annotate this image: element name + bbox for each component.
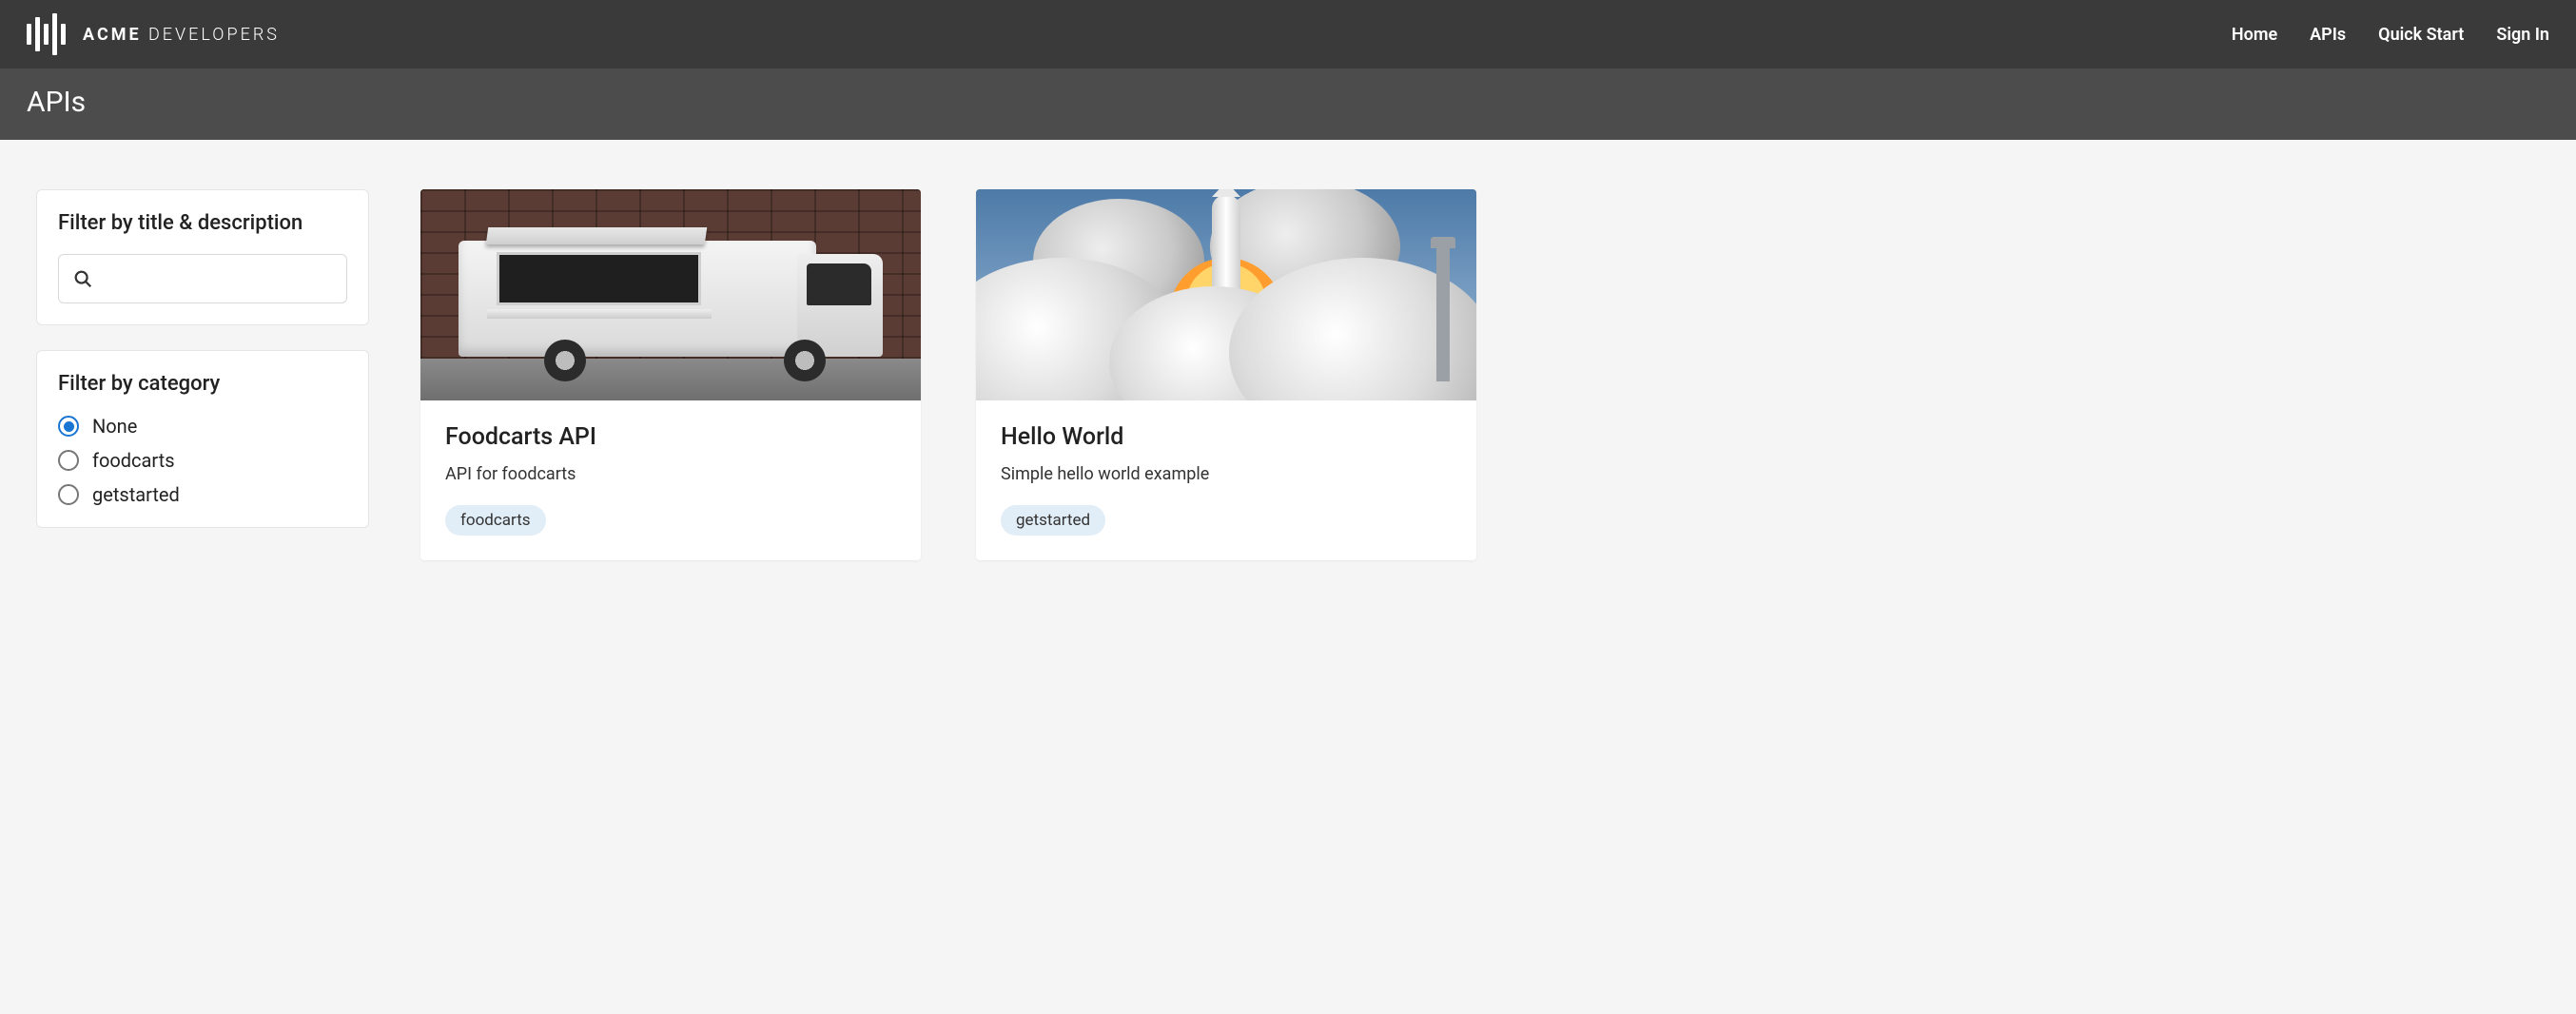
category-radio-getstarted[interactable]: getstarted: [58, 483, 347, 506]
brand[interactable]: ACME DEVELOPERS: [27, 15, 280, 53]
card-title: Foodcarts API: [445, 423, 896, 451]
nav-quickstart[interactable]: Quick Start: [2378, 25, 2464, 45]
category-radio-list: None foodcarts getstarted: [58, 415, 347, 506]
nav-apis[interactable]: APIs: [2310, 25, 2346, 45]
cards-grid: Foodcarts API API for foodcarts foodcart…: [420, 189, 2540, 560]
card-image-rocket: [976, 189, 1476, 400]
filter-category-panel: Filter by category None foodcarts getsta…: [36, 350, 369, 528]
category-radio-none[interactable]: None: [58, 415, 347, 438]
card-image-foodtruck: [420, 189, 921, 400]
main-nav: Home APIs Quick Start Sign In: [2232, 25, 2549, 45]
brand-strong: ACME: [83, 25, 142, 45]
sidebar: Filter by title & description Filter by …: [36, 189, 369, 560]
api-card-helloworld[interactable]: Hello World Simple hello world example g…: [976, 189, 1476, 560]
filter-search-title: Filter by title & description: [58, 211, 347, 235]
search-wrap[interactable]: [58, 254, 347, 303]
card-body: Foodcarts API API for foodcarts foodcart…: [420, 400, 921, 560]
filter-search-panel: Filter by title & description: [36, 189, 369, 325]
card-title: Hello World: [1001, 423, 1452, 451]
page-title: APIs: [27, 86, 2549, 119]
search-input[interactable]: [103, 269, 333, 289]
card-body: Hello World Simple hello world example g…: [976, 400, 1476, 560]
radio-icon: [58, 450, 79, 471]
nav-home[interactable]: Home: [2232, 25, 2277, 45]
filter-category-title: Filter by category: [58, 372, 347, 396]
card-tag-chip[interactable]: foodcarts: [445, 505, 546, 536]
brand-text: ACME DEVELOPERS: [83, 25, 280, 45]
radio-label: foodcarts: [92, 449, 175, 472]
card-description: Simple hello world example: [1001, 464, 1452, 484]
brand-logo-icon: [27, 15, 66, 53]
brand-light: DEVELOPERS: [148, 25, 280, 45]
radio-icon: [58, 416, 79, 437]
topbar: ACME DEVELOPERS Home APIs Quick Start Si…: [0, 0, 2576, 68]
radio-label: None: [92, 415, 137, 438]
category-radio-foodcarts[interactable]: foodcarts: [58, 449, 347, 472]
search-icon: [72, 268, 93, 289]
radio-icon: [58, 484, 79, 505]
content: Filter by title & description Filter by …: [0, 140, 2576, 610]
nav-signin[interactable]: Sign In: [2496, 25, 2549, 45]
subheader: APIs: [0, 68, 2576, 140]
card-description: API for foodcarts: [445, 464, 896, 484]
api-card-foodcarts[interactable]: Foodcarts API API for foodcarts foodcart…: [420, 189, 921, 560]
radio-label: getstarted: [92, 483, 180, 506]
card-tag-chip[interactable]: getstarted: [1001, 505, 1105, 536]
